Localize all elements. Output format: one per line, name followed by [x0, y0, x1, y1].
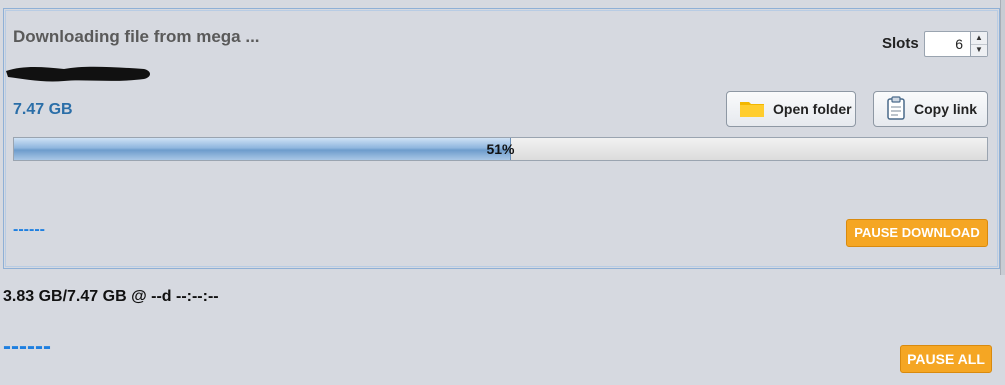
- global-speed-placeholder: ------: [3, 333, 51, 360]
- pause-download-button[interactable]: PAUSE DOWNLOAD: [846, 219, 988, 247]
- file-size: 7.47 GB: [13, 101, 73, 118]
- redacted-filename: [6, 66, 150, 82]
- download-speed-placeholder: ------: [13, 221, 45, 238]
- clipboard-icon: [886, 95, 906, 123]
- global-status-text: 3.83 GB/7.47 GB @ --d --:--:--: [3, 288, 219, 305]
- open-folder-button[interactable]: Open folder: [726, 91, 856, 127]
- slots-spinner[interactable]: 6 ▲ ▼: [924, 31, 988, 57]
- download-progress-bar: 51%: [13, 137, 988, 161]
- window-edge: [1000, 0, 1005, 275]
- spinner-buttons: ▲ ▼: [970, 32, 987, 56]
- slots-value[interactable]: 6: [955, 36, 963, 52]
- spin-down-icon[interactable]: ▼: [971, 44, 987, 56]
- copy-link-button[interactable]: Copy link: [873, 91, 988, 127]
- copy-link-label: Copy link: [914, 101, 978, 117]
- folder-icon: [739, 98, 765, 121]
- download-panel: Downloading file from mega ... Slots 6 ▲…: [3, 8, 1000, 269]
- download-title: Downloading file from mega ...: [13, 27, 260, 46]
- slots-label: Slots: [882, 35, 919, 52]
- pause-all-button[interactable]: PAUSE ALL: [900, 345, 992, 373]
- open-folder-label: Open folder: [773, 101, 852, 117]
- progress-percent-label: 51%: [486, 141, 515, 157]
